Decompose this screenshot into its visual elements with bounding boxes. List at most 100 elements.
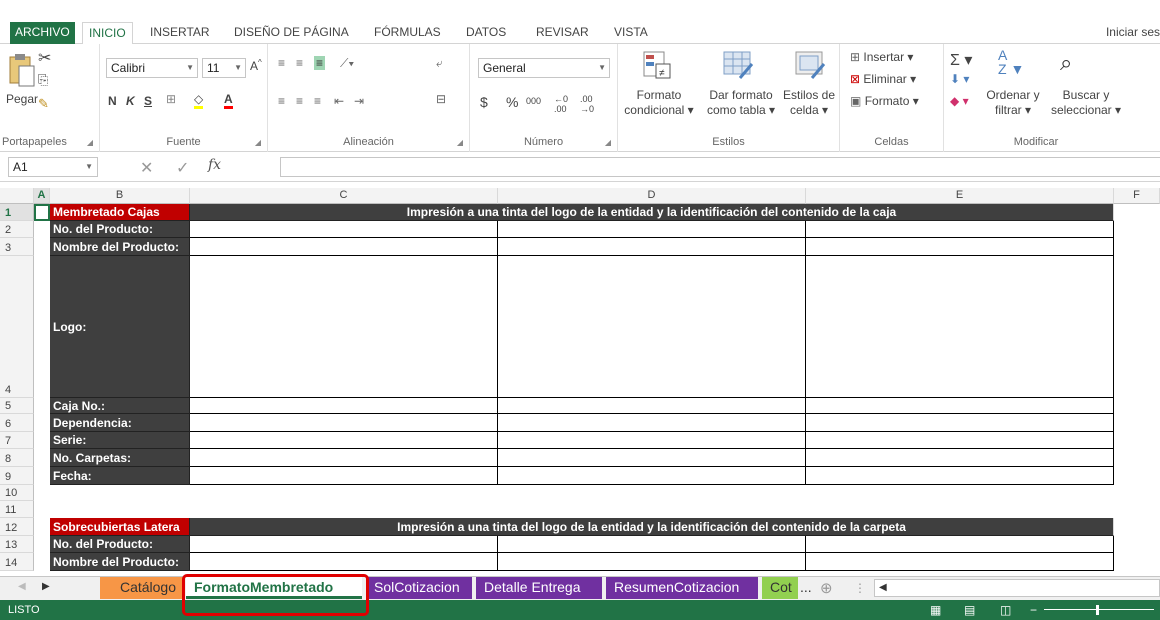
row-header[interactable]: 11	[0, 501, 34, 518]
select-all-corner[interactable]	[0, 188, 34, 204]
delete-button[interactable]: ⊠ Eliminar ▾	[850, 72, 916, 86]
paste-icon[interactable]	[8, 52, 36, 91]
copy-icon[interactable]: ⎘	[38, 72, 48, 88]
cancel-icon[interactable]: ✕	[140, 158, 153, 178]
tab-datos[interactable]: DATOS	[460, 22, 512, 44]
field-label[interactable]: No. del Producto:	[50, 221, 190, 238]
increase-decimal-icon[interactable]: ←0.00	[554, 94, 568, 114]
data-cell[interactable]	[190, 467, 498, 485]
add-sheet-icon[interactable]: ⊕	[820, 579, 833, 597]
data-cell[interactable]	[806, 221, 1114, 238]
enter-icon[interactable]: ✓	[176, 158, 189, 178]
row-header[interactable]: 12	[0, 518, 34, 536]
align-top-icon[interactable]: ≡	[278, 56, 285, 70]
find-select-icon[interactable]: ⌕	[1060, 50, 1072, 76]
spreadsheet-grid[interactable]: A B C D E F 1 2 3 4 5 6 7 8 9 10 11 12 1…	[0, 188, 1160, 576]
horizontal-scrollbar[interactable]: ◀	[874, 579, 1160, 597]
page-layout-icon[interactable]: ▤	[964, 600, 975, 620]
tab-insertar[interactable]: INSERTAR	[144, 22, 216, 44]
bold-button[interactable]: N	[108, 94, 117, 108]
data-cell[interactable]	[190, 398, 498, 414]
data-cell[interactable]	[498, 432, 806, 449]
col-header-a[interactable]: A	[34, 188, 50, 204]
row-header[interactable]: 10	[0, 485, 34, 501]
find-select-button[interactable]: Buscar y seleccionar ▾	[1044, 88, 1128, 118]
data-cell[interactable]	[806, 467, 1114, 485]
data-cell[interactable]	[498, 536, 806, 553]
grow-font-icon[interactable]: A^	[250, 58, 262, 73]
scroll-left-icon[interactable]: ◀	[18, 581, 26, 592]
conditional-format-button[interactable]: Formato condicional ▾	[620, 88, 698, 118]
col-header-b[interactable]: B	[50, 188, 190, 204]
section2-header[interactable]: Impresión a una tinta del logo de la ent…	[190, 518, 1114, 536]
number-format-select[interactable]: General ▼	[478, 58, 610, 78]
data-cell[interactable]	[498, 467, 806, 485]
formula-input[interactable]	[280, 157, 1160, 177]
data-cell[interactable]	[498, 553, 806, 571]
field-label[interactable]: Dependencia:	[50, 414, 190, 432]
data-cell[interactable]	[498, 256, 806, 398]
row-header[interactable]: 1	[0, 204, 34, 221]
data-cell[interactable]	[806, 238, 1114, 256]
field-label[interactable]: Nombre del Producto:	[50, 553, 190, 571]
data-cell[interactable]	[190, 256, 498, 398]
wrap-text-icon[interactable]: ⤶	[436, 56, 443, 71]
sheet-tab-resumen-cotizacion[interactable]: ResumenCotizacion	[606, 577, 758, 599]
orientation-icon[interactable]: ⟋▾	[340, 56, 354, 71]
tab-archivo[interactable]: ARCHIVO	[10, 22, 75, 44]
paste-button[interactable]: Pegar	[6, 92, 38, 106]
data-cell[interactable]	[190, 221, 498, 238]
name-box[interactable]: A1 ▼	[8, 157, 98, 177]
tab-revisar[interactable]: REVISAR	[530, 22, 595, 44]
italic-button[interactable]: K	[126, 94, 135, 108]
decrease-indent-icon[interactable]: ⇤	[334, 94, 344, 108]
row-header[interactable]: 2	[0, 221, 34, 238]
zoom-slider[interactable]	[1044, 609, 1154, 610]
alignment-launcher-icon[interactable]: ◢	[457, 138, 463, 147]
sheet-tab-formato-membretado[interactable]: FormatoMembretado	[186, 577, 362, 599]
sort-filter-button[interactable]: Ordenar y filtrar ▾	[978, 88, 1048, 118]
autosum-icon[interactable]: Σ ▾	[950, 50, 972, 70]
percent-button[interactable]: %	[506, 94, 518, 110]
data-cell[interactable]	[498, 238, 806, 256]
sign-in-link[interactable]: Iniciar ses	[1106, 22, 1160, 44]
font-launcher-icon[interactable]: ◢	[255, 138, 261, 147]
row-header[interactable]: 14	[0, 553, 34, 571]
data-cell[interactable]	[806, 256, 1114, 398]
more-tabs-button[interactable]: ...	[800, 579, 812, 595]
scroll-right-icon[interactable]: ▶	[42, 581, 50, 592]
tab-formulas[interactable]: FÓRMULAS	[368, 22, 447, 44]
page-break-icon[interactable]: ◫	[1000, 600, 1011, 620]
field-label[interactable]: No. del Producto:	[50, 536, 190, 553]
col-header-f[interactable]: F	[1114, 188, 1160, 204]
row-header[interactable]: 6	[0, 414, 34, 432]
insert-function-icon[interactable]: fx	[208, 157, 221, 173]
conditional-format-icon[interactable]: ≠	[642, 50, 672, 83]
tab-diseno-pagina[interactable]: DISEÑO DE PÁGINA	[228, 22, 355, 44]
field-label[interactable]: Logo:	[50, 256, 190, 398]
data-cell[interactable]	[806, 398, 1114, 414]
font-name-select[interactable]: Calibri ▼	[106, 58, 198, 78]
underline-button[interactable]: S	[144, 94, 152, 108]
increase-indent-icon[interactable]: ⇥	[354, 94, 364, 108]
sheet-tab-catalogo[interactable]: Catálogo	[100, 577, 184, 599]
col-header-e[interactable]: E	[806, 188, 1114, 204]
data-cell[interactable]	[498, 221, 806, 238]
section1-header[interactable]: Impresión a una tinta del logo de la ent…	[190, 204, 1114, 221]
format-as-table-icon[interactable]	[722, 50, 754, 83]
field-label[interactable]: No. Carpetas:	[50, 449, 190, 467]
sort-filter-icon[interactable]: AZ ▼	[998, 48, 1024, 76]
row-header[interactable]: 7	[0, 432, 34, 449]
sheet-tab-detalle-entrega[interactable]: Detalle Entrega	[476, 577, 602, 599]
data-cell[interactable]	[190, 553, 498, 571]
fill-icon[interactable]: ⬇ ▾	[950, 72, 969, 86]
align-middle-icon[interactable]: ≡	[296, 56, 303, 70]
sheet-tab-sol-cotizacion[interactable]: SolCotizacion	[366, 577, 472, 599]
font-size-select[interactable]: 11 ▼	[202, 58, 246, 78]
cell-a1-selected[interactable]	[34, 204, 50, 221]
tab-vista[interactable]: VISTA	[608, 22, 654, 44]
data-cell[interactable]	[806, 553, 1114, 571]
data-cell[interactable]	[806, 414, 1114, 432]
cell-styles-icon[interactable]	[794, 50, 826, 83]
font-color-icon[interactable]: A	[224, 92, 233, 109]
